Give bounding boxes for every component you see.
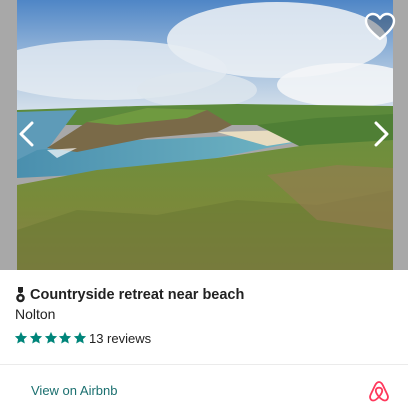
listing-title: Countryside retreat near beach: [30, 287, 245, 303]
photo-carousel[interactable]: [0, 0, 408, 270]
star-icon: [44, 331, 58, 345]
listing-info: Countryside retreat near beach Nolton 13…: [0, 270, 408, 365]
view-on-airbnb-link[interactable]: View on Airbnb: [31, 383, 118, 398]
listing-card[interactable]: Countryside retreat near beach Nolton 13…: [0, 0, 408, 413]
chevron-right-icon[interactable]: [370, 120, 392, 148]
chevron-left-icon[interactable]: [16, 120, 38, 148]
star-icon: [58, 331, 72, 345]
rating-row: 13 reviews: [14, 330, 151, 346]
heart-icon[interactable]: [364, 12, 396, 42]
reviews-count: 13 reviews: [88, 330, 152, 346]
card-footer: View on Airbnb: [0, 365, 408, 413]
title-row: Countryside retreat near beach: [15, 285, 244, 305]
airbnb-logo-icon[interactable]: [368, 379, 390, 403]
star-rating: [14, 331, 88, 345]
star-icon: [29, 331, 43, 345]
star-icon: [14, 331, 28, 345]
listing-photo: [17, 0, 393, 270]
award-icon: [15, 287, 26, 303]
star-icon: [73, 331, 87, 345]
listing-location: Nolton: [15, 306, 56, 322]
